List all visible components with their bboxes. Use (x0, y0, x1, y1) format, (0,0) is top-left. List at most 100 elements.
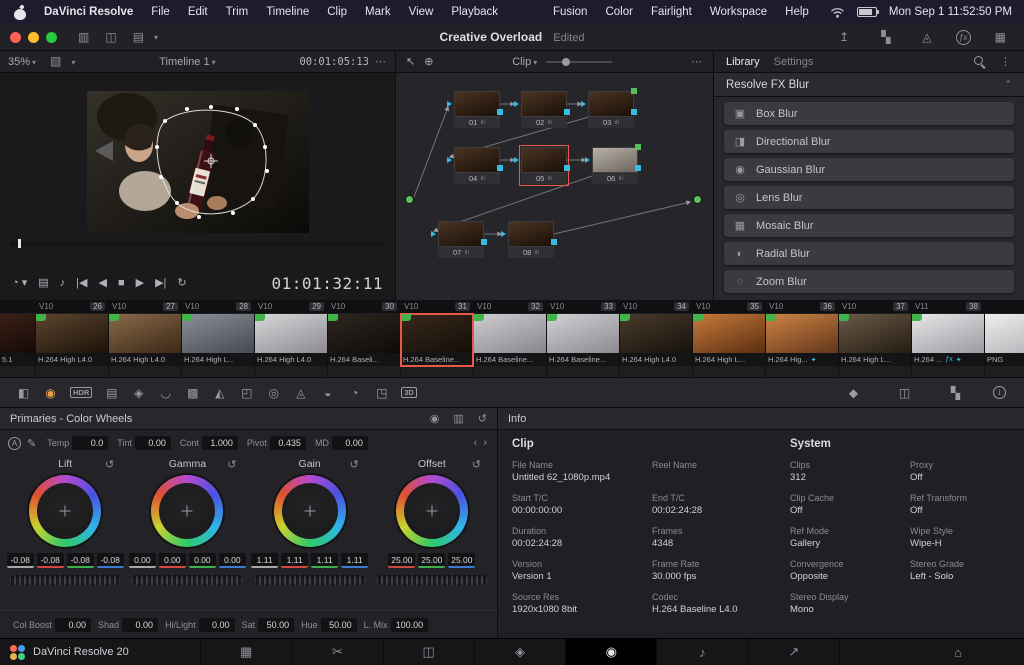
wheel-value[interactable]: 1.11 (251, 553, 278, 568)
timeline-clip-38[interactable]: V1138H.264 ...ƒx✦ (912, 300, 985, 377)
lens-blur-item[interactable]: ◎Lens Blur (724, 186, 1014, 209)
timeline-clip[interactable]: 5.1 (0, 300, 36, 377)
node-08[interactable]: 08ılı (508, 221, 554, 258)
wheel-value[interactable]: 0.00 (219, 553, 246, 568)
viewer-scrubber[interactable] (10, 241, 385, 246)
timeline-clip-37[interactable]: V1037H.264 High L... (839, 300, 912, 377)
timeline-clip-26[interactable]: V1026H.264 High L4.0 (36, 300, 109, 377)
clip-thumbnail-area[interactable]: H.264 High L... (693, 314, 765, 366)
pan-tool-icon[interactable]: ⊕ (424, 55, 433, 68)
magic-mask-icon[interactable]: ◬ (287, 387, 314, 399)
battery-icon[interactable] (857, 7, 877, 17)
sizing-icon[interactable]: ◳ (368, 387, 395, 399)
stop-button[interactable]: ■ (118, 278, 125, 289)
eyedropper-icon[interactable]: ✎ (27, 437, 36, 450)
fx-section-header[interactable]: Resolve FX Blur ⌃ (714, 73, 1024, 97)
node-06[interactable]: 06ılı (592, 147, 638, 184)
node-02[interactable]: 02ılı (521, 91, 567, 128)
warper-icon[interactable]: ▩ (179, 387, 206, 399)
color-wheel-lift[interactable] (29, 475, 101, 547)
timeline-clip-36[interactable]: V1036H.264 Hig...✦ (766, 300, 839, 377)
node-03[interactable]: 03ılı (588, 91, 634, 128)
param-value-hue[interactable]: 50.00 (321, 618, 357, 632)
wheel-value[interactable]: 0.00 (129, 553, 156, 568)
bars-mode-icon[interactable]: ▥ (453, 412, 463, 425)
wheel-strip-slider[interactable] (376, 575, 488, 585)
param-scroll-left[interactable]: ‹ (474, 437, 478, 449)
node-graph-panel[interactable]: 01ılı02ılı03ılı04ılı05ılı06ılı07ılı08ılı (396, 73, 714, 300)
reset-icon[interactable]: ↺ (227, 458, 236, 471)
first-frame-button[interactable]: |◀ (76, 278, 87, 289)
clip-thumbnail-area[interactable]: PNG (985, 314, 1024, 366)
wheel-strip-slider[interactable] (9, 575, 121, 585)
clip-thumbnail-area[interactable]: H.264 High L... (182, 314, 254, 366)
timeline-clip-27[interactable]: V1027H.264 High L4.0 (109, 300, 182, 377)
menu-item-file[interactable]: File (142, 6, 179, 18)
color-wheel-gamma[interactable] (151, 475, 223, 547)
hdr-grade-icon[interactable]: HDR (70, 387, 92, 399)
param-value-hi-light[interactable]: 0.00 (199, 618, 235, 632)
wheel-value[interactable]: 0.00 (189, 553, 216, 568)
menu-item-view[interactable]: View (400, 6, 443, 18)
page-fairlight-button[interactable]: ♪ (656, 639, 747, 665)
last-frame-button[interactable]: ▶| (155, 278, 166, 289)
timeline-clip[interactable]: PNG (985, 300, 1024, 377)
wheel-value[interactable]: 1.11 (311, 553, 338, 568)
timeline-clip-30[interactable]: V1030H.264 Baseli... (328, 300, 401, 377)
blur-icon[interactable]: ◒ (314, 387, 341, 399)
menu-item-fusion[interactable]: Fusion (544, 6, 597, 18)
timeline-clip-28[interactable]: V1028H.264 High L... (182, 300, 255, 377)
video-frame[interactable] (87, 91, 309, 233)
zoom-window-button[interactable] (46, 32, 57, 43)
clip-thumbnail-area[interactable]: H.264 High L4.0 (620, 314, 692, 366)
wheel-value[interactable]: -0.08 (37, 553, 64, 568)
workspace-grid-icon[interactable]: ▦ (995, 31, 1006, 43)
minimize-window-button[interactable] (28, 32, 39, 43)
menu-item-color[interactable]: Color (596, 6, 641, 18)
menu-item-mark[interactable]: Mark (356, 6, 400, 18)
menubar-clock[interactable]: Mon Sep 1 11:52:50 PM (889, 6, 1012, 18)
param-value-sat[interactable]: 50.00 (258, 618, 294, 632)
directional-blur-item[interactable]: ◨Directional Blur (724, 130, 1014, 153)
timeline-clip-29[interactable]: V1029H.264 High L4.0 (255, 300, 328, 377)
page-edit-button[interactable]: ◫ (383, 639, 474, 665)
node-view-icon[interactable]: ◬ (922, 31, 931, 43)
patch-panel-icon[interactable]: ▚ (881, 31, 890, 43)
pointer-tool-icon[interactable]: ↖ (406, 55, 415, 68)
layout-preset-icon[interactable]: ▤ (133, 31, 144, 43)
viewer-panel-icon[interactable]: ◫ (105, 31, 116, 43)
apple-menu-icon[interactable] (14, 5, 27, 20)
audio-mute-button[interactable]: ♪ (60, 278, 66, 289)
step-back-button[interactable]: ◀ (98, 278, 106, 289)
rgb-mixer-icon[interactable]: ▤ (98, 387, 125, 399)
zoom-level-dropdown[interactable]: 35%▾ (8, 56, 36, 68)
auto-balance-icon[interactable]: A (8, 437, 21, 450)
reset-icon[interactable]: ↺ (472, 458, 481, 471)
clip-stack-button[interactable]: ▤ (38, 278, 48, 289)
wheel-strip-slider[interactable] (131, 575, 243, 585)
reset-all-icon[interactable]: ↺ (478, 412, 487, 425)
stereo-3d-icon[interactable]: 3D (401, 387, 417, 399)
timeline-clip-34[interactable]: V1034H.264 High L4.0 (620, 300, 693, 377)
wheel-value[interactable]: 1.11 (281, 553, 308, 568)
menu-item-edit[interactable]: Edit (179, 6, 217, 18)
wheel-value[interactable]: -0.08 (67, 553, 94, 568)
timeline-clip-31[interactable]: V1031H.264 Baseline... (401, 300, 474, 377)
collapse-icon[interactable]: ⌃ (1004, 79, 1012, 90)
clip-thumbnail-area[interactable]: H.264 ...ƒx✦ (912, 314, 984, 366)
clip-thumbnail-area[interactable]: 5.1 (0, 314, 35, 366)
viewer-options-menu[interactable]: ⋯ (375, 55, 387, 68)
fx-badge-icon[interactable]: ƒx (956, 30, 971, 45)
menu-item-trim[interactable]: Trim (217, 6, 258, 18)
menu-item-help[interactable]: Help (776, 6, 818, 18)
info-icon[interactable]: i (993, 386, 1006, 399)
clip-thumbnail-area[interactable]: H.264 Baseline... (401, 314, 473, 366)
keyframes-icon[interactable]: ◆ (840, 387, 867, 399)
timeline-clip-35[interactable]: V1035H.264 High L... (693, 300, 766, 377)
menu-item-timeline[interactable]: Timeline (257, 6, 318, 18)
node-source-dot[interactable] (405, 195, 414, 204)
node-output-dot[interactable] (693, 195, 702, 204)
wheel-strip-slider[interactable] (254, 575, 366, 585)
param-value-temp[interactable]: 0.0 (72, 436, 108, 450)
playhead[interactable] (18, 239, 21, 248)
